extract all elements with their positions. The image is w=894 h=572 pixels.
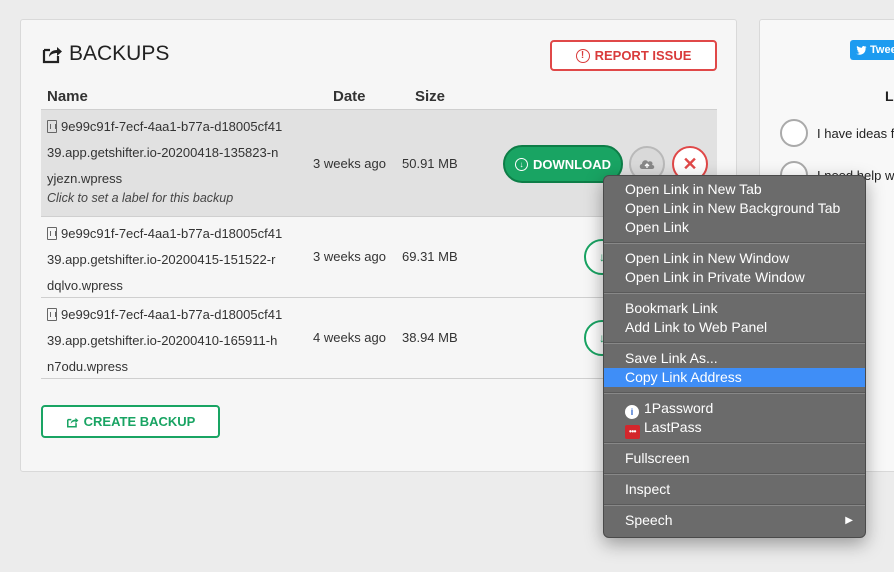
menu-separator [604,342,865,344]
create-backup-label: CREATE BACKUP [83,414,196,429]
menu-item-label: Speech [625,512,673,528]
column-header-date[interactable]: Date [333,88,366,105]
filename-line: 39.app.getshifter.io-20200410-165911-h [47,333,278,348]
backups-title: BACKUPS [41,42,169,66]
backups-title-text: BACKUPS [69,42,170,65]
file-icon [47,120,57,133]
menu-item-copy-link-address[interactable]: Copy Link Address [604,368,865,387]
filename-line: yjezn.wpress [47,171,123,186]
twitter-bird-icon [856,45,867,55]
menu-item-open-link-background-tab[interactable]: Open Link in New Background Tab [604,199,865,218]
backup-date: 3 weeks ago [313,249,386,264]
menu-item-1password[interactable]: i 1Password [604,399,865,419]
radio-button[interactable] [780,119,808,147]
menu-separator [604,242,865,244]
backup-date: 3 weeks ago [313,156,386,171]
menu-item-save-link-as[interactable]: Save Link As... [604,349,865,368]
menu-item-lastpass[interactable]: ••• LastPass [604,418,865,439]
feedback-option-label: I have ideas f [817,125,894,141]
backup-filename: 9e99c91f-7ecf-4aa1-b77a-d18005cf41 39.ap… [47,302,309,380]
menu-separator [604,504,865,506]
report-issue-label: REPORT ISSUE [594,48,692,63]
filename-line: 39.app.getshifter.io-20200418-135823-n [47,145,279,160]
filename-line: 9e99c91f-7ecf-4aa1-b77a-d18005cf41 [61,307,283,322]
backup-size: 50.91 MB [402,156,458,171]
backup-date: 4 weeks ago [313,330,386,345]
backup-size: 38.94 MB [402,330,458,345]
feedback-option[interactable]: I have ideas f [780,119,894,147]
tweet-button[interactable]: Twee [850,40,894,60]
cloud-upload-icon [639,160,655,169]
create-backup-button[interactable]: CREATE BACKUP [41,405,220,438]
download-icon: ↓ [515,157,528,171]
file-icon [47,308,57,321]
menu-separator [604,473,865,475]
menu-item-inspect[interactable]: Inspect [604,480,865,499]
share-icon [66,417,79,427]
menu-item-open-link-new-window[interactable]: Open Link in New Window [604,249,865,268]
menu-item-label: LastPass [644,419,702,435]
submenu-arrow-icon: ▶ [845,515,853,526]
column-header-size[interactable]: Size [415,88,445,105]
set-label-link[interactable]: Click to set a label for this backup [47,191,233,205]
menu-separator [604,392,865,394]
context-menu: Open Link in New Tab Open Link in New Ba… [603,175,866,538]
backup-filename: 9e99c91f-7ecf-4aa1-b77a-d18005cf41 39.ap… [47,221,309,299]
filename-line: 9e99c91f-7ecf-4aa1-b77a-d18005cf41 [61,119,283,134]
menu-item-open-link-private-window[interactable]: Open Link in Private Window [604,268,865,287]
share-icon [42,47,62,64]
menu-item-bookmark-link[interactable]: Bookmark Link [604,299,865,318]
menu-item-open-link[interactable]: Open Link [604,218,865,237]
menu-item-add-link-web-panel[interactable]: Add Link to Web Panel [604,318,865,337]
filename-line: n7odu.wpress [47,359,128,374]
filename-line: 9e99c91f-7ecf-4aa1-b77a-d18005cf41 [61,226,283,241]
menu-item-speech[interactable]: Speech ▶ [604,511,865,530]
menu-item-label: 1Password [644,400,714,416]
menu-separator [604,292,865,294]
backup-filename: 9e99c91f-7ecf-4aa1-b77a-d18005cf41 39.ap… [47,114,309,192]
report-issue-button[interactable]: ! REPORT ISSUE [550,40,717,71]
close-icon: ✕ [682,153,698,174]
onepassword-icon: i [625,405,639,419]
filename-line: 39.app.getshifter.io-20200415-151522-r [47,252,276,267]
menu-item-fullscreen[interactable]: Fullscreen [604,449,865,468]
filename-line: dqlvo.wpress [47,278,123,293]
download-label: DOWNLOAD [533,156,611,172]
lastpass-icon: ••• [625,425,640,439]
alert-icon: ! [575,48,590,63]
feedback-heading: L [885,88,894,104]
menu-item-open-link-new-tab[interactable]: Open Link in New Tab [604,180,865,199]
file-icon [47,227,57,240]
menu-separator [604,442,865,444]
column-header-name[interactable]: Name [47,88,88,105]
tweet-label: Twee [870,44,894,56]
backup-size: 69.31 MB [402,249,458,264]
